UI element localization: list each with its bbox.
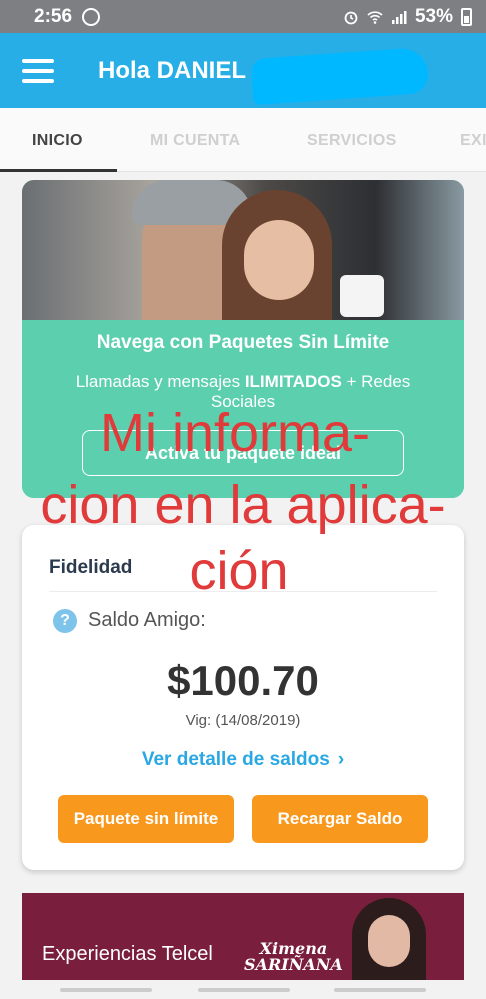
battery-percent: 53% (414, 5, 453, 27)
app-bar: Hola DANIEL (0, 33, 486, 108)
system-nav-bar (0, 980, 486, 999)
whatsapp-notification-icon (82, 7, 101, 26)
nav-recents[interactable] (60, 988, 152, 992)
nav-home[interactable] (198, 988, 290, 992)
banner-brand: Ximena SARIÑANA (244, 939, 343, 974)
tab-indicator (0, 169, 117, 172)
tab-inicio[interactable]: INICIO (32, 132, 83, 150)
tab-mi-cuenta[interactable]: MI CUENTA (150, 132, 240, 150)
view-balance-details-link[interactable]: Ver detalle de saldos › (22, 749, 464, 771)
balance-validity: Vig: (14/08/2019) (185, 712, 301, 729)
promo-banner[interactable]: Navega con Paquetes Sin Límite Llamadas … (22, 180, 464, 498)
nav-back[interactable] (334, 988, 426, 992)
banner-title: Experiencias Telcel (42, 943, 213, 965)
experiences-banner[interactable]: Experiencias Telcel Ximena SARIÑANA (22, 893, 464, 985)
unlimited-package-button[interactable]: Paquete sin límite (58, 795, 234, 843)
tab-bar: INICIO MI CUENTA SERVICIOS EXI (0, 108, 486, 172)
activate-package-button[interactable]: Activa tu paquete ideal (82, 430, 404, 476)
wifi-icon (367, 10, 383, 24)
promo-title: Navega con Paquetes Sin Límite (96, 332, 390, 353)
menu-icon[interactable] (22, 58, 54, 83)
status-time: 2:56 (34, 5, 73, 27)
promo-photo (22, 180, 464, 340)
status-icons: 53% (343, 6, 472, 28)
greeting-title: Hola DANIEL (98, 56, 247, 84)
photo-phone (340, 275, 384, 317)
fidelidad-card: Fidelidad ? Saldo Amigo: $100.70 Vig: (1… (22, 525, 464, 870)
signal-icon (391, 10, 407, 24)
balance-amount: $100.70 (167, 657, 319, 704)
promo-subtitle: Llamadas y mensajes ILIMITADOS + Redes S… (75, 372, 411, 411)
tab-overflow[interactable]: EXI (460, 132, 486, 150)
card-divider (49, 591, 437, 592)
alarm-icon (344, 11, 358, 24)
tab-servicios[interactable]: SERVICIOS (307, 132, 397, 150)
help-icon[interactable]: ? (53, 609, 77, 633)
chevron-right-icon: › (337, 749, 345, 770)
battery-icon (461, 7, 472, 26)
recharge-balance-button[interactable]: Recargar Saldo (252, 795, 428, 843)
card-title: Fidelidad (49, 557, 133, 578)
status-bar: 2:56 53% (0, 0, 486, 33)
photo-woman-face (244, 220, 314, 300)
banner-face (368, 915, 410, 967)
saldo-amigo-label: Saldo Amigo: (88, 609, 206, 631)
redaction-mark (250, 46, 430, 106)
